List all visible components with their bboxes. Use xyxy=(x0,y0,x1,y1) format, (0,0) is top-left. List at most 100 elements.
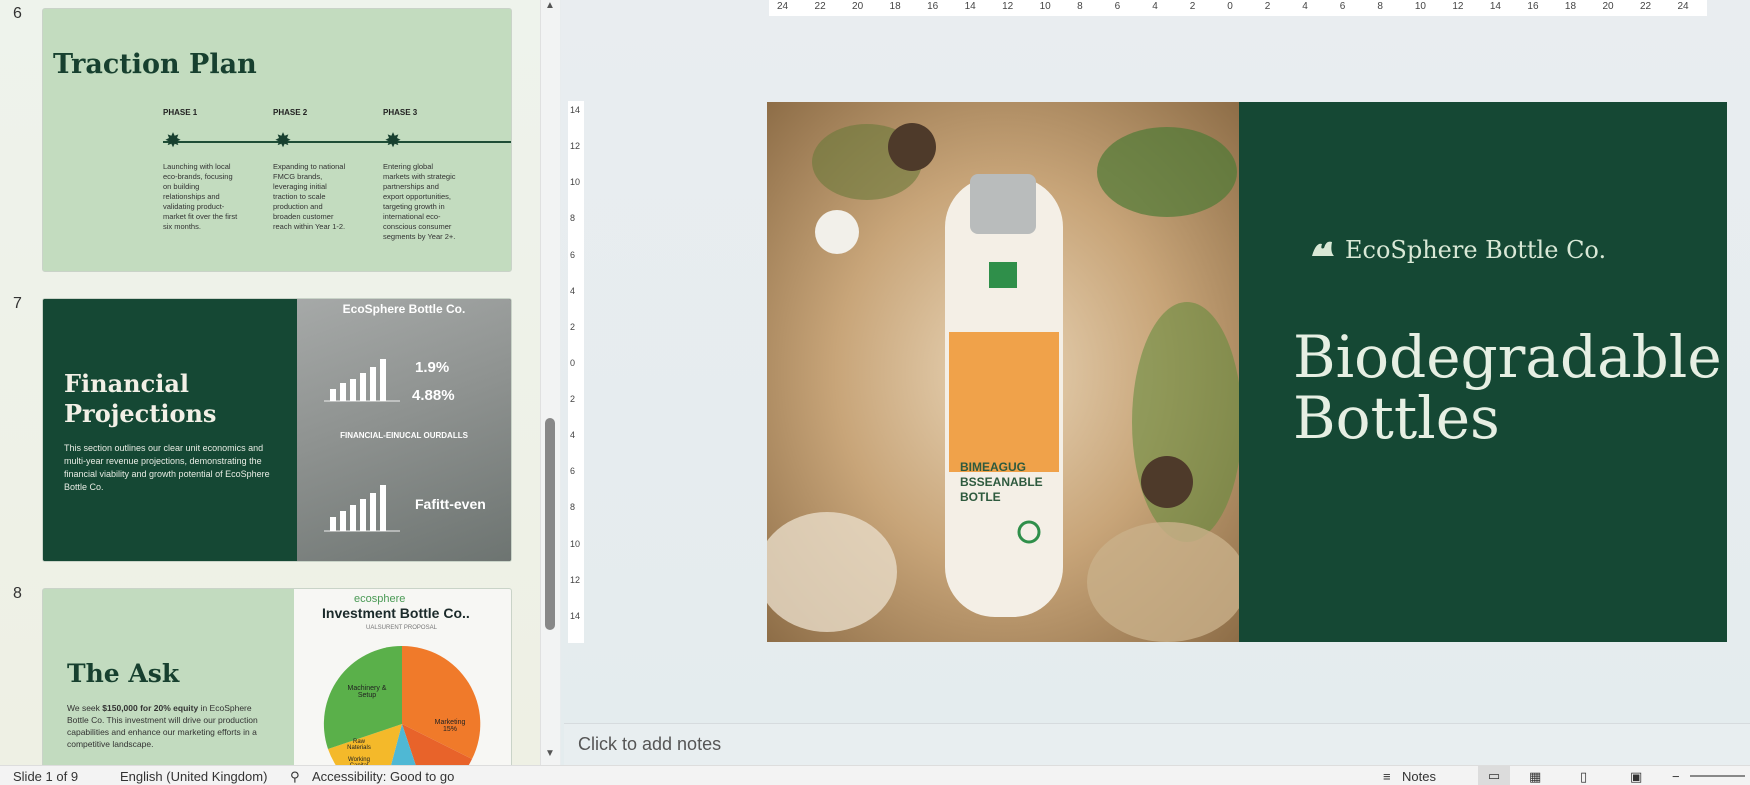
chart-title: Investment Bottle Co.. xyxy=(322,605,470,621)
ruler-tick-label: 6 xyxy=(570,249,576,260)
dashboard-brand: EcoSphere Bottle Co. xyxy=(342,302,466,316)
notes-icon[interactable]: ≡ xyxy=(1383,769,1391,784)
slide-headline[interactable]: Biodegradable Bottles xyxy=(1293,327,1722,449)
ruler-tick-label: 12 xyxy=(1452,1,1464,12)
ruler-tick-label: 2 xyxy=(570,394,576,405)
ruler-tick-label: 20 xyxy=(852,1,864,12)
reading-view-icon[interactable]: ▯ xyxy=(1580,769,1587,785)
thumb-body: This section outlines our clear unit eco… xyxy=(64,443,270,492)
star-icon: ✸ xyxy=(164,130,182,152)
slide-number-8: 8 xyxy=(13,585,22,602)
thumb-dashboard-image: EcoSphere Bottle Co. 1.9% 4.88% FINANCIA… xyxy=(297,299,511,561)
bar-chart-icon xyxy=(324,485,400,532)
ruler-tick-label: 18 xyxy=(1564,1,1577,12)
bottle-illustration xyxy=(767,123,1239,642)
current-slide-canvas[interactable]: BIMEAGUG BSSEANABLE BOTLE EcoSphere Bott… xyxy=(767,102,1727,642)
ruler-tick-label: 14 xyxy=(570,105,581,115)
ruler-tick-label: 12 xyxy=(1002,1,1014,12)
ruler-tick-label: 10 xyxy=(570,177,581,188)
scroll-down-icon[interactable]: ▼ xyxy=(545,748,555,759)
ruler-tick-label: 2 xyxy=(570,321,576,332)
ruler-tick-label: 4 xyxy=(570,285,576,296)
chart-subtitle: UALSURENT PROPOSAL xyxy=(366,625,437,631)
slide-thumbnail-6[interactable]: Traction Plan PHASE 1 PHASE 2 PHASE 3 ✸ … xyxy=(42,8,512,272)
slideshow-icon[interactable]: ▣ xyxy=(1630,769,1642,785)
scroll-up-icon[interactable]: ▲ xyxy=(545,0,555,11)
phase-label: PHASE 1 xyxy=(163,108,198,117)
thumb-title: Traction Plan xyxy=(53,49,257,80)
slice-label: Machinery & Setup xyxy=(347,685,387,699)
ruler-tick-label: 0 xyxy=(1227,1,1233,12)
slide-counter: Slide 1 of 9 xyxy=(13,769,79,784)
leaf-logo-icon xyxy=(1310,238,1336,260)
breakeven-label: Fafitt-even xyxy=(415,496,486,512)
slice-label: Marketing 15% xyxy=(434,719,466,733)
zoom-slider[interactable] xyxy=(1690,775,1745,777)
accessibility-status[interactable]: Accessibility: Good to go xyxy=(312,769,454,784)
horizontal-ruler[interactable]: 24 22 20 18 16 14 12 10 8 6 4 2 0 2 4 6 8 10 12 14 16 18 20 22 2… xyxy=(769,0,1707,16)
ruler-tick-label: 6 xyxy=(570,466,576,477)
ruler-tick-label: 0 xyxy=(570,357,576,368)
phase-description: Launching with local eco-brands, focusin… xyxy=(163,162,238,231)
slide-number-6: 6 xyxy=(13,5,22,22)
thumb-body: We seek $150,000 for 20% equity in EcoSp… xyxy=(67,703,258,749)
ruler-tick-label: 18 xyxy=(889,1,901,12)
thumb-title: The Ask xyxy=(67,659,180,688)
normal-view-icon[interactable]: ▭ xyxy=(1478,766,1510,785)
status-bar: Slide 1 of 9 English (United Kingdom) ⚲ … xyxy=(0,765,1750,785)
ruler-tick-label: 14 xyxy=(570,610,581,621)
ruler-tick-label: 22 xyxy=(814,1,826,12)
phase-description: Entering global markets with strategic p… xyxy=(383,162,456,241)
ruler-tick-label: 6 xyxy=(1339,1,1346,12)
star-icon: ✸ xyxy=(384,130,402,152)
thumb-pie-chart-image: ecosphere Investment Bottle Co.. UALSURE… xyxy=(294,589,511,765)
ruler-tick-label: 16 xyxy=(1527,1,1539,12)
bottle-photo: BIMEAGUG BSSEANABLE BOTLE xyxy=(767,102,1239,642)
chart-brand: ecosphere xyxy=(354,593,406,605)
ruler-tick-label: 8 xyxy=(570,213,576,224)
ruler-tick-label: 12 xyxy=(570,574,581,585)
phase-label: PHASE 3 xyxy=(383,108,418,117)
timeline-line xyxy=(163,141,511,143)
language-indicator[interactable]: English (United Kingdom) xyxy=(120,769,267,784)
ruler-tick-label: 10 xyxy=(1414,1,1426,12)
slice-label: Working Capital xyxy=(348,757,370,765)
ruler-tick-label: 20 xyxy=(1602,1,1614,12)
ruler-tick-label: 8 xyxy=(1377,1,1383,12)
phase-label: PHASE 2 xyxy=(273,108,308,117)
scroll-thumb[interactable] xyxy=(545,418,555,630)
ruler-tick-label: 16 xyxy=(927,1,939,12)
ruler-tick-label: 24 xyxy=(777,1,789,12)
slide-thumbnail-7[interactable]: Financial Projections This section outli… xyxy=(42,298,512,562)
ruler-tick-label: 22 xyxy=(1639,1,1652,12)
slide-thumbnail-8[interactable]: The Ask We seek $150,000 for 20% equity … xyxy=(42,588,512,765)
slide-number-7: 7 xyxy=(13,295,22,312)
ruler-tick-label: 4 xyxy=(1302,1,1308,12)
notes-toggle-button[interactable]: Notes xyxy=(1402,769,1436,784)
ruler-tick-label: 10 xyxy=(1039,1,1051,12)
thumb-left-panel xyxy=(43,299,297,561)
ruler-tick-label: 2 xyxy=(1189,1,1196,12)
ruler-tick-label: 8 xyxy=(570,502,576,513)
bottle-label-text: BIMEAGUG BSSEANABLE BOTLE xyxy=(960,460,1043,504)
ruler-tick-label: 14 xyxy=(1489,1,1501,12)
notes-placeholder[interactable]: Click to add notes xyxy=(578,734,721,755)
vertical-ruler[interactable]: 14 12 10 8 6 4 2 0 2 4 6 8 10 12 14 xyxy=(568,101,584,643)
ruler-tick-label: 12 xyxy=(570,141,581,152)
slide-sorter-icon[interactable]: ▦ xyxy=(1529,769,1541,785)
phase-description: Expanding to national FMCG brands, lever… xyxy=(273,162,346,231)
bar-chart-icon xyxy=(324,359,400,402)
zoom-out-icon[interactable]: − xyxy=(1672,769,1680,784)
stat-value: 4.88% xyxy=(412,387,455,404)
ruler-tick-label: 8 xyxy=(1077,1,1083,12)
accessibility-icon[interactable]: ⚲ xyxy=(290,769,300,785)
dashboard-section: FINANCIAL-EINUCAL OURDALLS xyxy=(340,431,468,440)
slide-brand-name[interactable]: EcoSphere Bottle Co. xyxy=(1345,236,1606,264)
stat-value: 1.9% xyxy=(415,359,450,376)
slice-label: Raw Naterials xyxy=(347,739,371,751)
thumbnail-scrollbar[interactable]: ▲ ▼ xyxy=(540,0,560,765)
notes-pane[interactable]: Click to add notes xyxy=(564,723,1750,765)
ruler-tick-label: 10 xyxy=(570,538,581,549)
slide-thumbnail-pane: 6 Traction Plan PHASE 1 PHASE 2 PHASE 3 … xyxy=(0,0,545,765)
ruler-tick-label: 6 xyxy=(1114,1,1121,12)
